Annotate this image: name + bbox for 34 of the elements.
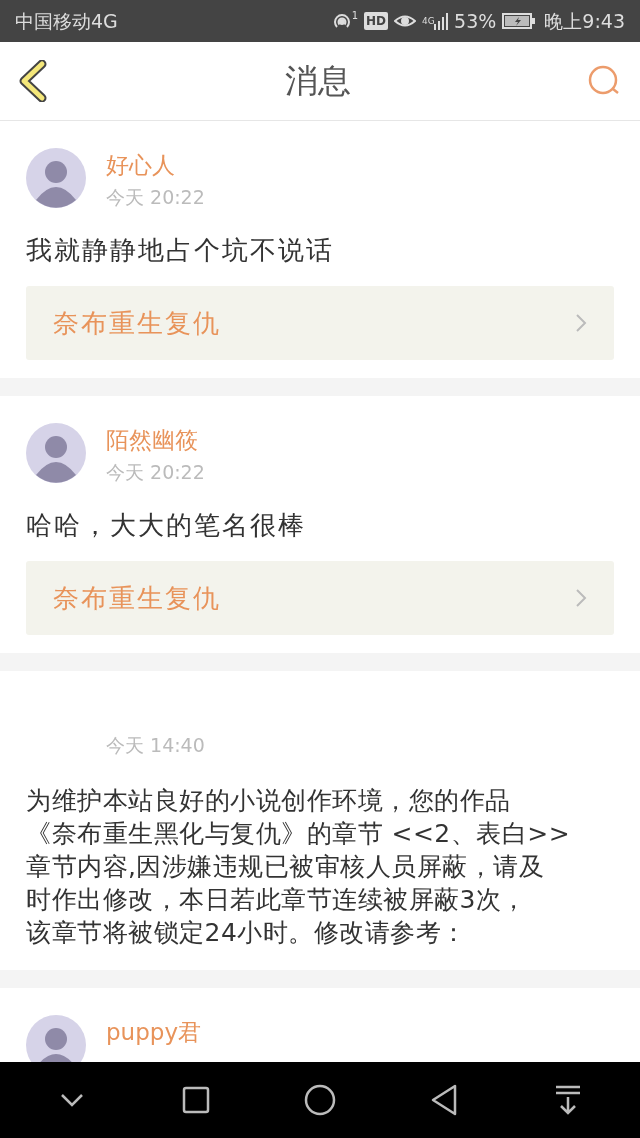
hotspot-count: 1 [351, 11, 359, 21]
square-icon[interactable] [182, 1086, 210, 1114]
notice-line: 该章节将被锁定24小时。修改请参考： [26, 917, 467, 949]
message-text: 我就静静地占个坑不说话 [26, 234, 335, 266]
triangle-icon[interactable] [430, 1084, 458, 1116]
notice-line: 时作出修改，本日若此章节连续被屏蔽3次， [26, 884, 527, 916]
chevron-down-icon[interactable] [60, 1093, 84, 1107]
page-title: 消息 [285, 60, 351, 103]
notice-line: 《奈布重生黑化与复仇》的章节 <<2、表白>> [26, 818, 571, 850]
network-type: 4G [422, 16, 435, 26]
eye-icon [394, 13, 417, 29]
user-name[interactable]: puppy君 [106, 1017, 201, 1047]
message-text: 哈哈，大大的笔名很棒 [26, 509, 307, 541]
novel-link[interactable]: 奈布重生复仇 [26, 561, 614, 635]
message-time: 今天 20:22 [106, 460, 205, 485]
chevron-right-icon [575, 313, 587, 333]
message-time: 今天 20:22 [106, 185, 205, 210]
carrier-name: 中国移动4G [15, 8, 118, 34]
notice-line: 为维护本站良好的小说创作环境，您的作品 [26, 785, 511, 817]
battery-percent: 53% [454, 8, 497, 34]
circle-icon[interactable] [304, 1084, 336, 1116]
chevron-right-icon [575, 588, 587, 608]
signal-icon [434, 12, 451, 30]
download-icon[interactable] [555, 1085, 581, 1115]
user-name[interactable]: 陌然幽筱 [106, 425, 205, 455]
message-time: 今天 14:40 [106, 733, 205, 758]
avatar[interactable] [26, 148, 86, 208]
notice-line: 章节内容,因涉嫌违规已被审核人员屏蔽，请及 [26, 851, 545, 883]
avatar[interactable] [26, 423, 86, 483]
clock-time: 晚上9:43 [544, 8, 625, 34]
hd-badge: HD [364, 12, 389, 30]
battery-icon [502, 13, 537, 29]
novel-link[interactable]: 奈布重生复仇 [26, 286, 614, 360]
user-name[interactable]: 好心人 [106, 150, 205, 180]
